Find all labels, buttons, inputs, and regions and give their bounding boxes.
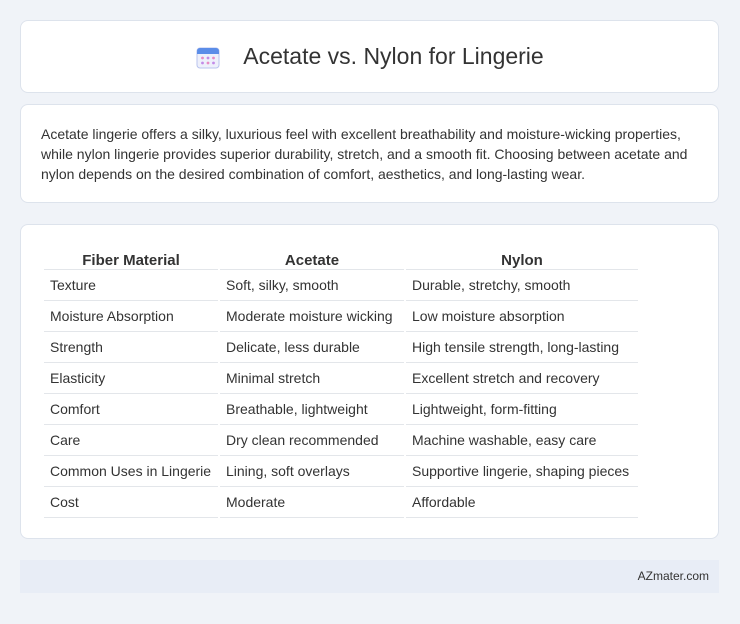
table-row: Care Dry clean recommended Machine washa… (44, 425, 638, 456)
row-label: Comfort (44, 394, 218, 425)
row-label: Texture (44, 270, 218, 301)
table-header-row: Fiber Material Acetate Nylon (44, 246, 638, 270)
row-label: Care (44, 425, 218, 456)
header-fiber-material: Fiber Material (44, 246, 218, 270)
table-row: Strength Delicate, less durable High ten… (44, 332, 638, 363)
nylon-cell: Lightweight, form-fitting (406, 394, 638, 425)
nylon-cell: Supportive lingerie, shaping pieces (406, 456, 638, 487)
acetate-cell: Minimal stretch (220, 363, 404, 394)
nylon-cell: Excellent stretch and recovery (406, 363, 638, 394)
nylon-cell: Low moisture absorption (406, 301, 638, 332)
row-label: Moisture Absorption (44, 301, 218, 332)
row-label: Elasticity (44, 363, 218, 394)
row-label: Common Uses in Lingerie (44, 456, 218, 487)
acetate-cell: Moderate moisture wicking (220, 301, 404, 332)
acetate-cell: Moderate (220, 487, 404, 518)
nylon-cell: High tensile strength, long-lasting (406, 332, 638, 363)
row-label: Strength (44, 332, 218, 363)
nylon-cell: Affordable (406, 487, 638, 518)
row-label: Cost (44, 487, 218, 518)
table-row: Moisture Absorption Moderate moisture wi… (44, 301, 638, 332)
table-row: Cost Moderate Affordable (44, 487, 638, 518)
footer: AZmater.com (20, 560, 719, 593)
acetate-cell: Soft, silky, smooth (220, 270, 404, 301)
intro-card: Acetate lingerie offers a silky, luxurio… (20, 104, 719, 203)
nylon-cell: Durable, stretchy, smooth (406, 270, 638, 301)
acetate-cell: Lining, soft overlays (220, 456, 404, 487)
header-acetate: Acetate (220, 246, 404, 270)
title-card: Acetate vs. Nylon for Lingerie (20, 20, 719, 93)
page-title: Acetate vs. Nylon for Lingerie (243, 43, 544, 69)
table-row: Comfort Breathable, lightweight Lightwei… (44, 394, 638, 425)
nylon-cell: Machine washable, easy care (406, 425, 638, 456)
footer-site-link[interactable]: AZmater.com (638, 569, 709, 583)
table-row: Elasticity Minimal stretch Excellent str… (44, 363, 638, 394)
acetate-cell: Breathable, lightweight (220, 394, 404, 425)
table-row: Common Uses in Lingerie Lining, soft ove… (44, 456, 638, 487)
table-row: Texture Soft, silky, smooth Durable, str… (44, 270, 638, 301)
header-nylon: Nylon (406, 246, 638, 270)
acetate-cell: Dry clean recommended (220, 425, 404, 456)
calendar-icon (195, 44, 221, 70)
acetate-cell: Delicate, less durable (220, 332, 404, 363)
comparison-card: Fiber Material Acetate Nylon Texture Sof… (20, 224, 719, 539)
comparison-table: Fiber Material Acetate Nylon Texture Sof… (42, 246, 640, 518)
intro-paragraph: Acetate lingerie offers a silky, luxurio… (41, 126, 688, 182)
